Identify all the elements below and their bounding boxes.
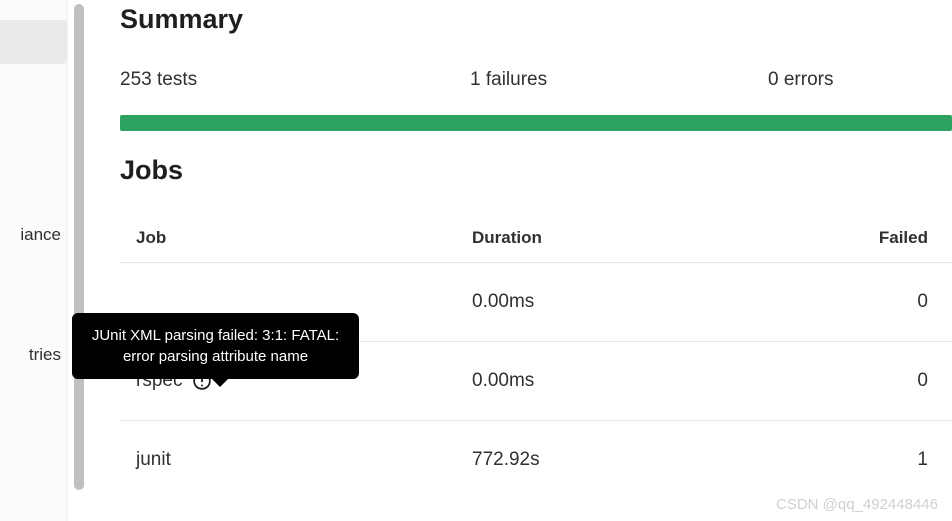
summary-failures: 1 failures <box>470 69 768 91</box>
table-row[interactable]: junit 772.92s 1 <box>120 420 952 499</box>
col-header-job: Job <box>136 228 472 248</box>
job-duration: 0.00ms <box>472 370 852 392</box>
job-duration: 772.92s <box>472 449 852 471</box>
summary-errors: 0 errors <box>768 69 952 91</box>
sidebar-item-compliance[interactable]: iance <box>20 221 67 249</box>
jobs-heading: Jobs <box>120 155 952 186</box>
jobs-table-header: Job Duration Failed <box>120 214 952 262</box>
col-header-duration: Duration <box>472 228 852 248</box>
sidebar: iance tries <box>0 0 68 521</box>
sidebar-item-registries[interactable]: tries <box>20 341 67 369</box>
summary-stats: 253 tests 1 failures 0 errors <box>120 69 952 91</box>
main-content: Summary 253 tests 1 failures 0 errors Jo… <box>90 0 952 521</box>
scrollbar-track[interactable] <box>68 0 90 521</box>
job-failed: 0 <box>852 370 936 392</box>
job-failed: 1 <box>852 449 936 471</box>
tooltip-text: JUnit XML parsing failed: 3:1: FATAL: er… <box>92 327 339 365</box>
progress-bar <box>120 115 952 131</box>
job-failed: 0 <box>852 291 936 313</box>
scrollbar-thumb[interactable] <box>74 4 84 490</box>
tooltip: JUnit XML parsing failed: 3:1: FATAL: er… <box>72 313 359 379</box>
summary-tests: 253 tests <box>120 69 470 91</box>
job-name: junit <box>136 449 171 471</box>
col-header-failed: Failed <box>852 228 936 248</box>
summary-heading: Summary <box>120 4 952 35</box>
sidebar-top-block <box>0 20 67 64</box>
job-duration: 0.00ms <box>472 291 852 313</box>
